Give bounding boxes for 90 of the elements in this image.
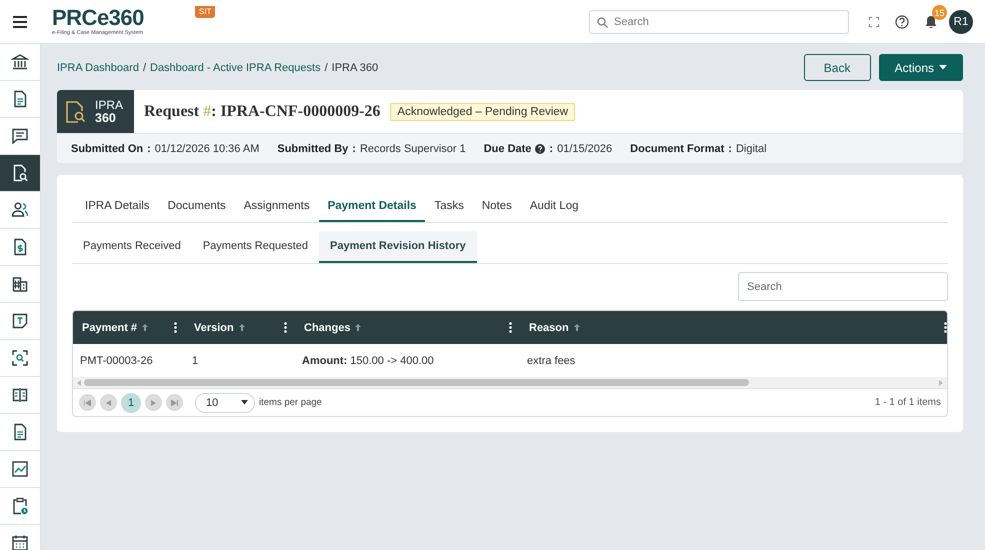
menu-icon bbox=[13, 16, 27, 28]
field-value: Digital bbox=[736, 142, 767, 154]
clipboard-clock-icon bbox=[11, 497, 29, 515]
field-separator: : bbox=[352, 142, 356, 154]
caret-icon bbox=[939, 65, 947, 70]
sub-tab[interactable]: Payments Received bbox=[72, 231, 192, 263]
search-field[interactable]: Search bbox=[589, 10, 849, 34]
document-search-icon bbox=[65, 100, 87, 124]
fullscreen-icon bbox=[869, 16, 879, 26]
tab[interactable]: IPRA Details bbox=[76, 191, 159, 222]
first-page-icon bbox=[84, 400, 91, 406]
field-label: Submitted By bbox=[277, 142, 348, 154]
column-menu-icon[interactable] bbox=[284, 322, 287, 333]
chat-icon bbox=[11, 127, 29, 145]
tab[interactable]: Audit Log bbox=[520, 191, 588, 222]
first-page-button[interactable] bbox=[79, 394, 96, 411]
user-avatar[interactable]: R1 bbox=[949, 10, 973, 34]
breadcrumb-separator: / bbox=[142, 62, 146, 74]
last-page-icon bbox=[171, 400, 178, 406]
notification-badge: 15 bbox=[932, 5, 947, 20]
column-menu-icon[interactable] bbox=[174, 322, 177, 333]
sort-arrow-icon[interactable] bbox=[574, 324, 580, 331]
sort-arrow-icon[interactable] bbox=[238, 324, 245, 331]
fullscreen-button[interactable] bbox=[869, 16, 879, 26]
tab[interactable]: Notes bbox=[472, 191, 521, 222]
field-value: Records Supervisor 1 bbox=[360, 142, 466, 154]
bell-icon[interactable] bbox=[925, 15, 937, 28]
column-header[interactable]: Changes bbox=[304, 322, 350, 334]
breadcrumb-current: IPRA 360 bbox=[332, 62, 378, 74]
field-value: 01/12/2026 10:36 AM bbox=[154, 142, 260, 154]
book-icon bbox=[11, 386, 29, 404]
breadcrumb-separator: / bbox=[324, 62, 328, 74]
next-page-icon bbox=[150, 400, 157, 406]
breadcrumb-link[interactable]: IPRA Dashboard bbox=[57, 62, 139, 74]
document-search-icon bbox=[11, 164, 29, 182]
help-button[interactable] bbox=[895, 14, 909, 28]
table-cell-text: Amount: 150.00 -> 400.00 bbox=[301, 354, 435, 366]
sub-tab[interactable]: Payments Requested bbox=[192, 231, 319, 263]
logo[interactable]: PRCe360 bbox=[52, 7, 144, 29]
previous-page-icon bbox=[105, 400, 112, 406]
help-icon[interactable] bbox=[535, 144, 546, 154]
back-button[interactable]: Back bbox=[804, 54, 871, 81]
sub-tab[interactable]: Payment Revision History bbox=[319, 231, 477, 263]
last-page-button[interactable] bbox=[166, 394, 183, 411]
column-header[interactable]: Reason bbox=[529, 322, 569, 334]
table-cell-text: extra fees bbox=[526, 354, 576, 366]
calendar-icon bbox=[11, 534, 29, 550]
sidebar-item[interactable] bbox=[0, 155, 40, 192]
help-icon bbox=[895, 14, 909, 28]
table-cell-text: PMT-00003-26 bbox=[79, 354, 154, 366]
users-icon bbox=[11, 201, 29, 219]
tab[interactable]: Assignments bbox=[234, 191, 319, 222]
horizontal-scrollbar[interactable] bbox=[84, 379, 749, 386]
field-label: Due Date bbox=[484, 142, 532, 154]
page-button[interactable]: 1 bbox=[121, 392, 141, 412]
next-page-button[interactable] bbox=[145, 394, 162, 411]
environment-badge: SIT bbox=[195, 6, 216, 18]
breadcrumb-link[interactable]: Dashboard - Active IPRA Requests bbox=[150, 62, 321, 74]
note-icon bbox=[11, 312, 29, 330]
field-separator: : bbox=[549, 142, 554, 154]
column-menu-icon[interactable] bbox=[944, 322, 947, 333]
grid-search-field[interactable]: Search bbox=[738, 272, 948, 301]
request-title: Request #: IPRA-CNF-0000009-26 bbox=[144, 102, 380, 120]
table-cell-text: 1 bbox=[191, 354, 200, 366]
column-menu-icon[interactable] bbox=[509, 322, 512, 333]
sort-arrow-icon[interactable] bbox=[355, 324, 362, 331]
actions-button[interactable]: Actions bbox=[878, 54, 963, 81]
line-chart-icon bbox=[11, 460, 29, 478]
page-size-select[interactable]: 10 bbox=[195, 392, 255, 412]
status-badge: Acknowledged – Pending Review bbox=[390, 102, 576, 120]
page-size-label: items per page bbox=[259, 397, 322, 408]
bank-icon bbox=[11, 53, 29, 71]
field-separator: : bbox=[728, 142, 732, 154]
field-label: Document Format bbox=[630, 142, 724, 154]
field-separator: : bbox=[147, 142, 151, 154]
caret-icon bbox=[241, 400, 248, 405]
module-name: IPRA bbox=[95, 98, 124, 112]
column-header[interactable]: Version bbox=[194, 322, 234, 334]
previous-page-button[interactable] bbox=[100, 394, 117, 411]
pager-summary: 1 - 1 of 1 items bbox=[874, 397, 941, 408]
scan-search-icon bbox=[11, 349, 29, 367]
tab[interactable]: Payment Details bbox=[318, 191, 426, 222]
building-icon bbox=[11, 275, 29, 293]
column-header[interactable]: Payment # bbox=[82, 322, 138, 334]
sort-arrow-icon[interactable] bbox=[142, 324, 148, 331]
tab[interactable]: Tasks bbox=[425, 191, 473, 222]
field-label: Submitted On bbox=[71, 142, 144, 154]
module-number: 360 bbox=[95, 112, 117, 124]
tab[interactable]: Documents bbox=[158, 191, 235, 222]
field-value: 01/15/2026 bbox=[557, 142, 612, 154]
